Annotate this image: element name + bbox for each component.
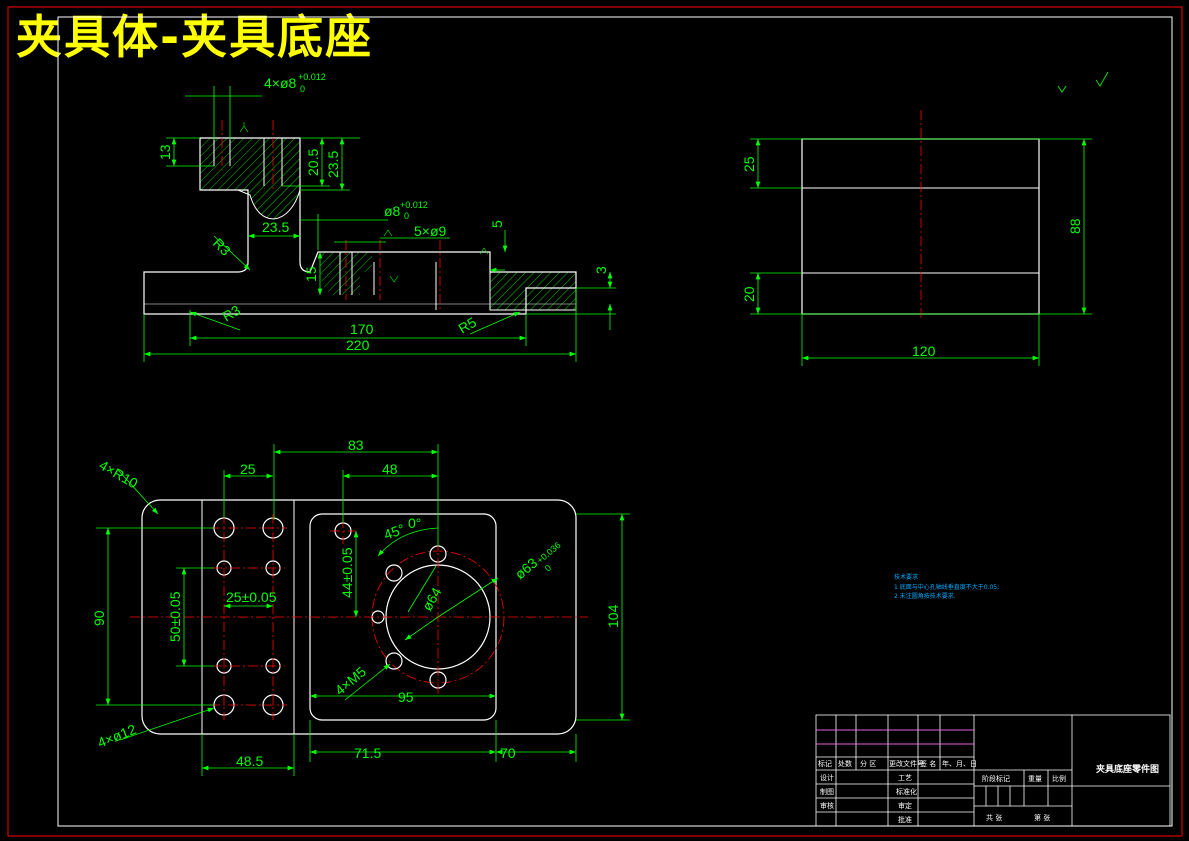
dim-44-tol: 44±0.05 xyxy=(339,547,355,598)
dim-holes-top: 4×ø8 xyxy=(264,75,297,91)
dim-r3-lower: R3 xyxy=(220,302,244,325)
dim-48-5: 48.5 xyxy=(236,753,263,769)
dim-25-tol: 25±0.05 xyxy=(226,589,277,605)
dim-hole-8: ø8 xyxy=(384,203,401,219)
dim-5: 5 xyxy=(489,220,505,228)
notes-line-2: 2 未注圆角按技术要求. xyxy=(894,592,956,600)
dim-4xm5: 4×M5 xyxy=(332,663,370,698)
dim-4xdia12: 4×ø12 xyxy=(95,721,138,751)
tol-holes-top-lower: 0 xyxy=(300,84,305,94)
dim-23-5-horizontal: 23.5 xyxy=(262,219,289,235)
dim-25-top: 25 xyxy=(240,461,256,477)
dim-25: 25 xyxy=(741,156,757,172)
tb-sheets: 共 张 xyxy=(986,813,1002,822)
tb-doc: 更改文件号 xyxy=(889,759,924,768)
top-view: 4×R10 83 25 48 90 50±0.05 25±0.05 44±0.0… xyxy=(91,437,630,776)
dim-r5: R5 xyxy=(456,314,480,337)
tb-zone: 分 区 xyxy=(860,759,876,768)
tb-sheet: 第 张 xyxy=(1034,813,1050,822)
dim-170: 170 xyxy=(350,321,374,337)
tb-approve: 批准 xyxy=(898,815,912,824)
notes-heading: 技术要求 xyxy=(894,573,918,581)
dim-r3-upper: R3 xyxy=(210,235,234,259)
dim-20: 20 xyxy=(741,286,757,302)
notes-line-1: 1 底面与中心孔轴线垂直度不大于0.05; xyxy=(894,583,999,591)
tb-ratio: 比例 xyxy=(1052,774,1066,783)
tol-dia63-lower: 0 xyxy=(543,563,553,574)
tol-hole-8-lower: 0 xyxy=(404,211,409,221)
front-view: 4×ø8 +0.012 0 13 20.5 23.5 R3 23.5 ø8 +0… xyxy=(143,72,616,362)
tb-draw: 制图 xyxy=(820,787,834,796)
dim-45-angle: 45° xyxy=(382,521,407,543)
dim-4xr10: 4×R10 xyxy=(97,457,141,492)
title-block-name: 夹具底座零件图 xyxy=(1096,763,1159,775)
section-hatch-middle xyxy=(318,252,372,295)
dim-90: 90 xyxy=(91,610,107,626)
tol-dia63-upper: +0.036 xyxy=(535,540,563,566)
technical-notes: 技术要求 1 底面与中心孔轴线垂直度不大于0.05; 2 未注圆角按技术要求. xyxy=(894,573,999,600)
tb-review: 审定 xyxy=(898,801,912,810)
tol-holes-top-upper: +0.012 xyxy=(298,72,326,82)
title-block: 夹具底座零件图 标记 处数 分 区 更改文件号 签 名 年、月、日 设计 标准化… xyxy=(815,714,1171,827)
tb-check: 审核 xyxy=(820,801,834,810)
dim-95: 95 xyxy=(398,689,414,705)
tb-design: 设计 xyxy=(820,773,834,782)
tb-craft: 工艺 xyxy=(898,774,912,782)
engineering-drawing: 4×ø8 +0.012 0 13 20.5 23.5 R3 23.5 ø8 +0… xyxy=(7,6,1183,837)
dim-220: 220 xyxy=(346,337,370,353)
dim-48: 48 xyxy=(382,461,398,477)
dim-88: 88 xyxy=(1067,218,1083,234)
tb-sign: 签 名 xyxy=(920,759,936,768)
tb-standard: 标准化 xyxy=(896,787,917,796)
tb-mark: 标记 xyxy=(818,759,832,768)
tb-date: 年、月、日 xyxy=(942,759,977,768)
dim-holes-5x9: 5×ø9 xyxy=(414,223,447,239)
dim-15: 15 xyxy=(303,266,319,282)
side-view: 25 20 88 120 xyxy=(741,71,1109,366)
outer-border xyxy=(7,6,1183,837)
dim-23-5-vertical: 23.5 xyxy=(325,151,341,178)
dim-71-5: 71.5 xyxy=(354,745,381,761)
tb-weight: 重量 xyxy=(1028,775,1042,783)
dim-104: 104 xyxy=(605,604,621,628)
dim-20-5: 20.5 xyxy=(305,149,321,176)
dim-50-tol: 50±0.05 xyxy=(167,591,183,642)
section-hatch-left xyxy=(199,137,301,220)
dim-70: 70 xyxy=(500,745,516,761)
dim-120: 120 xyxy=(912,343,936,359)
dim-13: 13 xyxy=(157,144,173,160)
dim-0-angle: 0° xyxy=(408,515,421,531)
dim-dia64: ø64 xyxy=(419,584,445,613)
tb-stage: 阶段标记 xyxy=(982,774,1010,783)
dim-3: 3 xyxy=(593,266,609,274)
tb-count: 处数 xyxy=(838,759,852,768)
dim-83: 83 xyxy=(348,437,364,453)
side-body-outline xyxy=(801,138,1040,315)
tol-hole-8-upper: +0.012 xyxy=(400,200,428,210)
